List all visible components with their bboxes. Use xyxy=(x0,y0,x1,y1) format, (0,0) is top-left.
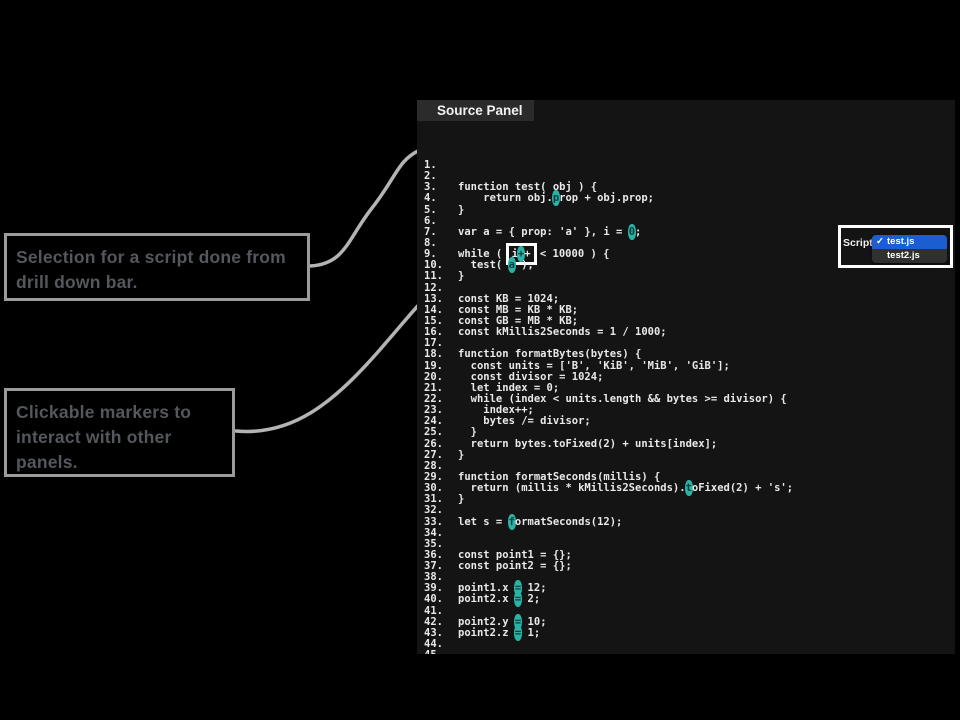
dropdown-option-testjs[interactable]: ✓test.js xyxy=(872,235,947,249)
annotation-text: panels. xyxy=(16,450,224,475)
code-line: 7.var a = { prop: 'a' }, i = 0; xyxy=(421,227,793,238)
line-code: point2.y = 10; xyxy=(458,616,547,628)
source-panel-tab[interactable]: Source Panel xyxy=(417,100,534,121)
code-line: 44. xyxy=(421,639,793,650)
line-number: 4. xyxy=(421,193,458,204)
code-line: 31.} xyxy=(421,494,793,505)
breakpoint-marker[interactable]: = xyxy=(514,591,522,607)
code-line: 4. return obj.prop + obj.prop; xyxy=(421,193,793,204)
scripts-dropdown[interactable]: ✓test.js test2.js xyxy=(872,235,947,263)
annotation-text: interact with other xyxy=(16,425,224,450)
annotation-text: drill down bar. xyxy=(16,270,299,295)
connector-line-scripts xyxy=(310,150,420,266)
code-line: 37.const point2 = {}; xyxy=(421,561,793,572)
line-code: let s = formatSeconds(12); xyxy=(458,516,622,528)
line-code: bytes /= divisor; xyxy=(458,415,591,427)
code-line: 16.const kMillis2Seconds = 1 / 1000; xyxy=(421,327,793,338)
breakpoint-marker[interactable]: a xyxy=(508,257,516,273)
line-code: return obj.prop + obj.prop; xyxy=(458,192,654,204)
line-code: return (millis * kMillis2Seconds).toFixe… xyxy=(458,482,793,494)
line-code: const point2 = {}; xyxy=(458,560,572,572)
line-number: 32. xyxy=(421,505,458,516)
dropdown-option-label: test2.js xyxy=(887,250,920,261)
code-line: 40.point2.x = 2; xyxy=(421,594,793,605)
line-number: 11. xyxy=(421,271,458,282)
code-line: 27.} xyxy=(421,450,793,461)
line-code: test( a ); xyxy=(458,259,534,271)
line-number: 25. xyxy=(421,427,458,438)
breakpoint-marker[interactable]: t xyxy=(685,480,693,496)
dropdown-option-test2js[interactable]: test2.js xyxy=(872,249,947,263)
checkmark-icon: ✓ xyxy=(872,235,887,249)
code-line: 10. test( a ); xyxy=(421,260,793,271)
line-number: 19. xyxy=(421,361,458,372)
line-number: 18. xyxy=(421,349,458,360)
line-number: 26. xyxy=(421,439,458,450)
line-code: point2.z = 1; xyxy=(458,627,540,639)
code-line: 32. xyxy=(421,505,793,516)
code-line: 11.} xyxy=(421,271,793,282)
breakpoint-marker[interactable]: = xyxy=(514,625,522,641)
annotation-text: Clickable markers to xyxy=(16,400,224,425)
line-code: point2.x = 2; xyxy=(458,593,540,605)
line-code: var a = { prop: 'a' }, i = 0; xyxy=(458,226,641,238)
panel-title: Source Panel xyxy=(437,103,523,118)
annotation-text: Selection for a script done from xyxy=(16,245,299,270)
line-number: 33. xyxy=(421,517,458,528)
line-code: const kMillis2Seconds = 1 / 1000; xyxy=(458,326,667,338)
line-code: } xyxy=(458,493,464,505)
code-line: 45. xyxy=(421,650,793,654)
line-code: } xyxy=(458,204,464,216)
code-line: 5.} xyxy=(421,205,793,216)
breakpoint-marker[interactable]: p xyxy=(552,190,560,206)
screenshot-root: Selection for a script done from drill d… xyxy=(0,0,960,720)
code-line: 26. return bytes.toFixed(2) + units[inde… xyxy=(421,439,793,450)
line-code: } xyxy=(458,270,464,282)
code-lines: 1.2.3.function test( obj ) {4. return ob… xyxy=(421,160,793,654)
code-line: 30. return (millis * kMillis2Seconds).to… xyxy=(421,483,793,494)
annotation-script-selection: Selection for a script done from drill d… xyxy=(4,233,310,301)
breakpoint-marker[interactable]: f xyxy=(508,514,516,530)
line-number: 45. xyxy=(421,650,458,654)
dropdown-option-label: test.js xyxy=(887,236,914,247)
code-line: 1. xyxy=(421,160,793,171)
code-line: 43.point2.z = 1; xyxy=(421,628,793,639)
code-line: 34. xyxy=(421,528,793,539)
line-code: return bytes.toFixed(2) + units[index]; xyxy=(458,438,717,450)
source-panel: Source Panel 1.2.3.function test( obj ) … xyxy=(417,100,955,654)
line-code: } xyxy=(458,449,464,461)
breakpoint-marker[interactable]: 0 xyxy=(628,224,636,240)
line-number: 40. xyxy=(421,594,458,605)
annotation-clickable-markers: Clickable markers to interact with other… xyxy=(4,388,235,477)
code-line: 33.let s = formatSeconds(12); xyxy=(421,517,793,528)
